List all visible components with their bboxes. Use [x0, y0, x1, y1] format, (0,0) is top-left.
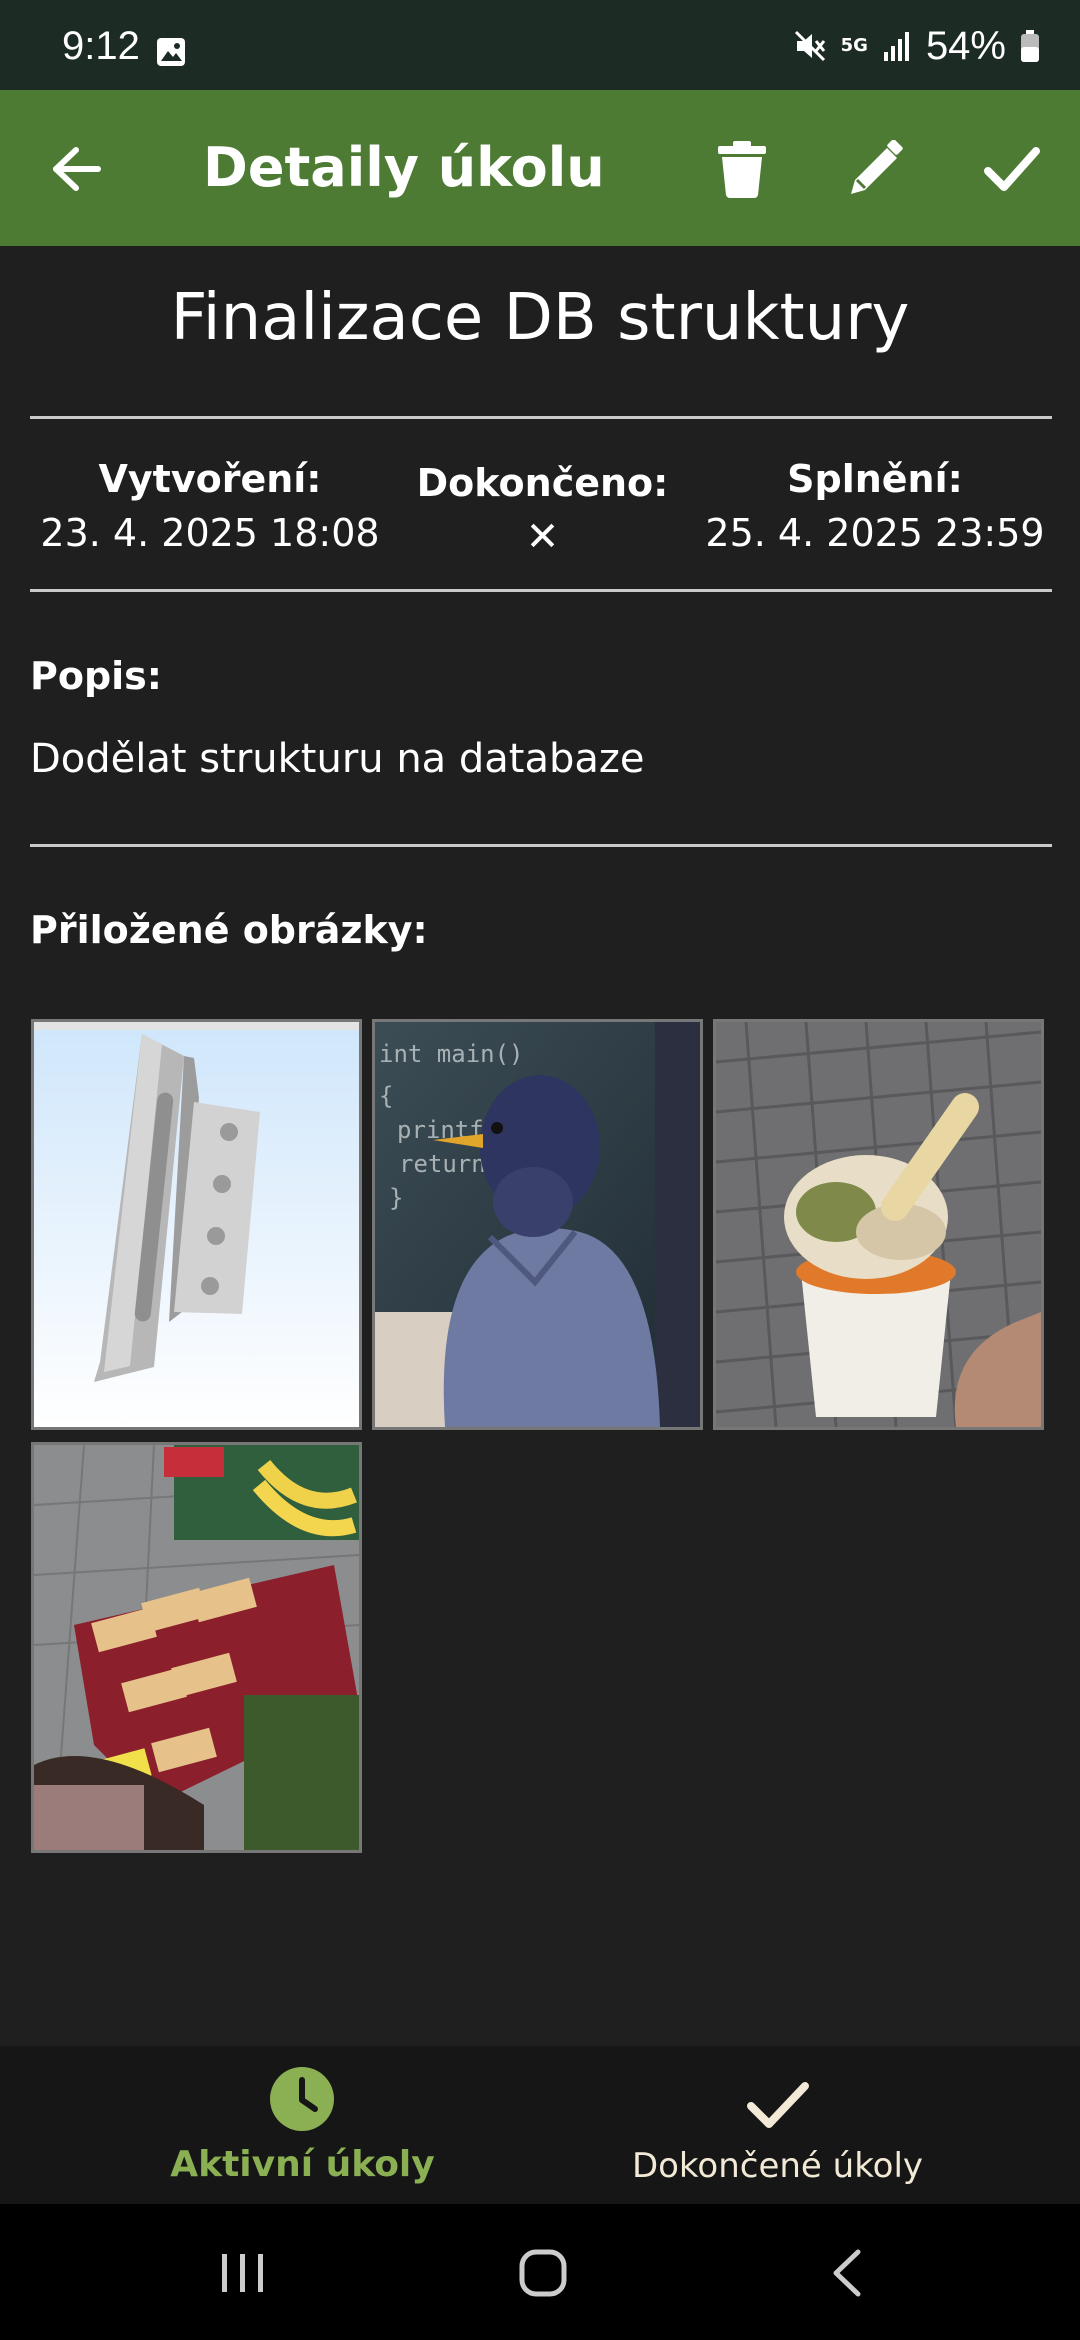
checkmark-icon — [747, 2082, 809, 2128]
divider — [30, 416, 1052, 419]
attached-image-bird-programmer[interactable]: int main() { printf(" return 0; } — [372, 1019, 703, 1430]
home-icon[interactable] — [518, 2248, 568, 2298]
divider — [30, 844, 1052, 847]
due-value: 25. 4. 2025 23:59 — [705, 511, 1045, 555]
mute-icon — [794, 30, 825, 62]
nav-active-tasks-label: Aktivní úkoly — [170, 2144, 435, 2185]
due-label: Splnění: — [787, 457, 963, 501]
attached-image-ice-cream[interactable] — [713, 1019, 1044, 1430]
pencil-icon[interactable] — [841, 134, 911, 204]
not-done-icon: ✕ — [525, 514, 560, 560]
attached-image-supermarket[interactable] — [31, 1442, 362, 1853]
done-label: Dokončeno: — [416, 461, 669, 505]
created-value: 23. 4. 2025 18:08 — [40, 511, 380, 555]
svg-text:{: { — [379, 1082, 393, 1110]
nav-done-tasks-label: Dokončené úkoly — [631, 2146, 924, 2186]
done-info: Dokončeno: ✕ — [400, 456, 685, 564]
network-type: 5G — [840, 35, 868, 56]
app-bar: Detaily úkolu — [0, 90, 1080, 246]
back-arrow-icon[interactable] — [42, 134, 112, 204]
gallery-icon — [157, 38, 185, 66]
description-label: Popis: — [30, 654, 162, 698]
clock-icon — [270, 2067, 334, 2131]
divider — [30, 589, 1052, 592]
nav-done-tasks[interactable]: Dokončené úkoly — [610, 2046, 945, 2204]
created-info: Vytvoření: 23. 4. 2025 18:08 — [40, 452, 380, 560]
due-info: Splnění: 25. 4. 2025 23:59 — [705, 452, 1045, 560]
description-text: Dodělat strukturu na databaze — [30, 736, 645, 782]
back-icon[interactable] — [828, 2248, 864, 2298]
status-indicators: 5G 54% — [793, 23, 1040, 68]
created-label: Vytvoření: — [98, 457, 322, 501]
nav-active-tasks[interactable]: Aktivní úkoly — [140, 2046, 465, 2204]
app-bar-title: Detaily úkolu — [203, 136, 605, 199]
status-bar: 9:12 5G 54% — [0, 0, 1080, 90]
battery-percent: 54% — [925, 23, 1006, 68]
svg-text:}: } — [389, 1184, 403, 1212]
status-time: 9:12 — [62, 24, 140, 68]
svg-text:int main(): int main() — [379, 1040, 524, 1068]
battery-icon — [1021, 30, 1039, 62]
bottom-navigation: Aktivní úkoly Dokončené úkoly — [0, 2046, 1080, 2204]
recent-apps-icon[interactable] — [218, 2252, 268, 2294]
images-label: Přiložené obrázky: — [30, 908, 428, 952]
checkmark-icon[interactable] — [977, 134, 1047, 204]
task-title: Finalizace DB struktury — [170, 281, 910, 355]
trash-icon[interactable] — [707, 134, 777, 204]
system-navigation-bar — [0, 2204, 1080, 2340]
attached-image-cad-bracket[interactable] — [31, 1019, 362, 1430]
signal-icon — [883, 32, 909, 61]
